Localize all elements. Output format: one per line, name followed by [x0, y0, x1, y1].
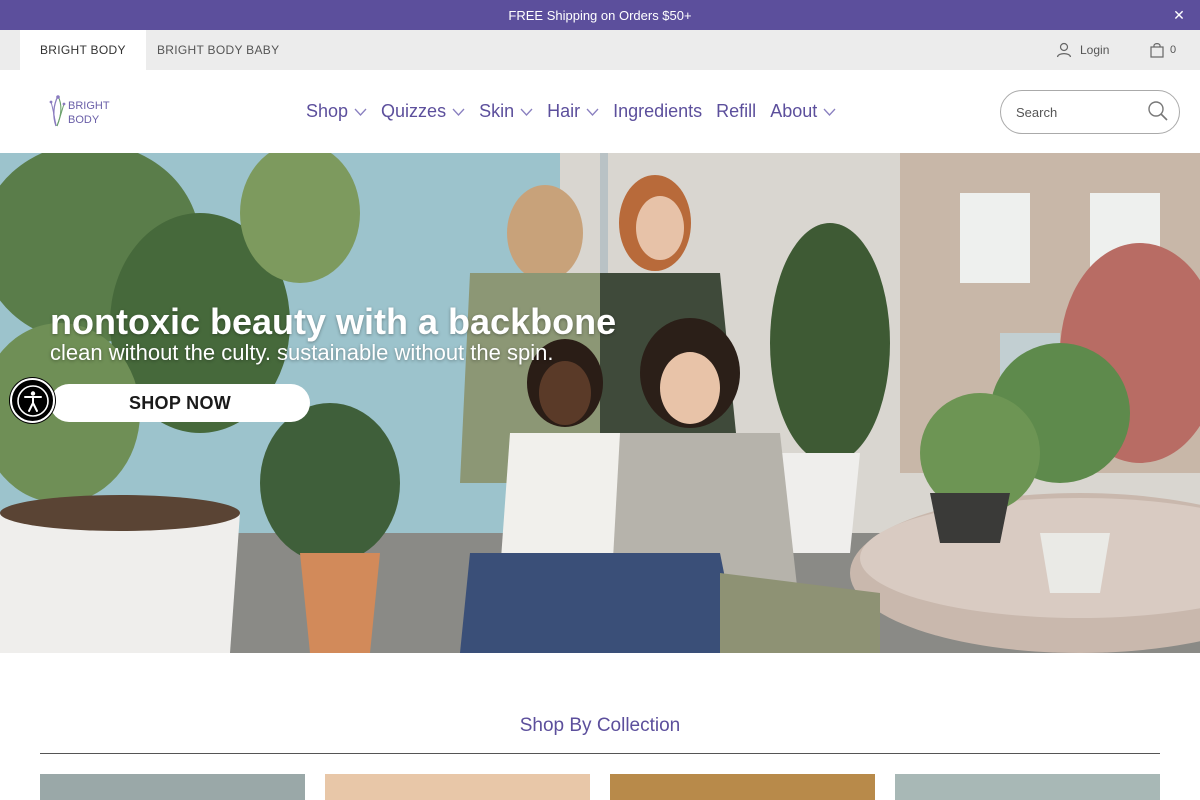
nav-refill-label: Refill: [716, 101, 757, 121]
divider: [40, 753, 1160, 754]
chevron-down-icon: [586, 108, 599, 116]
chevron-down-icon: [452, 108, 465, 116]
nav-skin-label: Skin: [479, 101, 515, 121]
logo[interactable]: BRIGHT BODY: [44, 90, 118, 130]
logo-text-bright: BRIGHT: [68, 100, 110, 112]
store-switcher: BRIGHT BODY BRIGHT BODY BABY Login 0: [0, 30, 1200, 70]
nav-about[interactable]: About: [770, 101, 836, 122]
search-input[interactable]: [1016, 104, 1136, 120]
collection-title: Shop By Collection: [519, 715, 681, 736]
site-header: BRIGHT BODY Shop Quizzes Skin Hair Ingre…: [0, 70, 1200, 153]
accessibility-figure-icon: [16, 384, 49, 417]
store-tab-bright-body[interactable]: BRIGHT BODY: [20, 30, 146, 70]
shop-now-button[interactable]: SHOP NOW: [50, 384, 310, 422]
collection-tile[interactable]: [895, 774, 1160, 800]
logo-text-body: BODY: [68, 114, 100, 126]
chevron-down-icon: [823, 108, 836, 116]
user-icon: [1056, 42, 1072, 58]
hero-banner: nontoxic beauty with a backbone clean wi…: [0, 153, 1200, 653]
close-icon[interactable]: ✕: [1170, 6, 1188, 24]
cart-button[interactable]: 0: [1150, 30, 1176, 70]
main-nav: Shop Quizzes Skin Hair Ingredients Refil…: [306, 70, 836, 153]
nav-shop-label: Shop: [306, 101, 349, 121]
logo-mark: BRIGHT BODY: [49, 95, 110, 127]
nav-quizzes[interactable]: Quizzes: [381, 101, 465, 122]
nav-shop[interactable]: Shop: [306, 101, 367, 122]
cart-count: 0: [1170, 44, 1177, 56]
collection-tile[interactable]: [40, 774, 305, 800]
collection-tile[interactable]: [325, 774, 590, 800]
bag-icon: [1150, 43, 1164, 58]
nav-skin[interactable]: Skin: [479, 101, 533, 122]
nav-hair[interactable]: Hair: [547, 101, 599, 122]
chevron-down-icon: [354, 108, 367, 116]
chevron-down-icon: [520, 108, 533, 116]
nav-about-label: About: [770, 101, 818, 121]
nav-hair-label: Hair: [547, 101, 581, 121]
login-label: Login: [1080, 43, 1110, 57]
hero-title: nontoxic beauty with a backbone: [50, 301, 617, 342]
collection-tile[interactable]: [610, 774, 875, 800]
hero-subtitle: clean without the culty. sustainable wit…: [50, 340, 554, 365]
accessibility-icon[interactable]: [10, 378, 55, 423]
search-box: [1000, 90, 1180, 134]
announcement-bar: FREE Shipping on Orders $50+ ✕: [0, 0, 1200, 30]
store-tab-bright-body-baby[interactable]: BRIGHT BODY BABY: [137, 30, 299, 70]
nav-refill[interactable]: Refill: [716, 101, 756, 122]
announcement-text: FREE Shipping on Orders $50+: [508, 7, 692, 23]
nav-ingredients[interactable]: Ingredients: [613, 101, 702, 122]
login-link[interactable]: Login: [1056, 30, 1109, 70]
nav-ingredients-label: Ingredients: [613, 101, 703, 121]
search-icon[interactable]: [1147, 100, 1169, 122]
nav-quizzes-label: Quizzes: [381, 101, 447, 121]
